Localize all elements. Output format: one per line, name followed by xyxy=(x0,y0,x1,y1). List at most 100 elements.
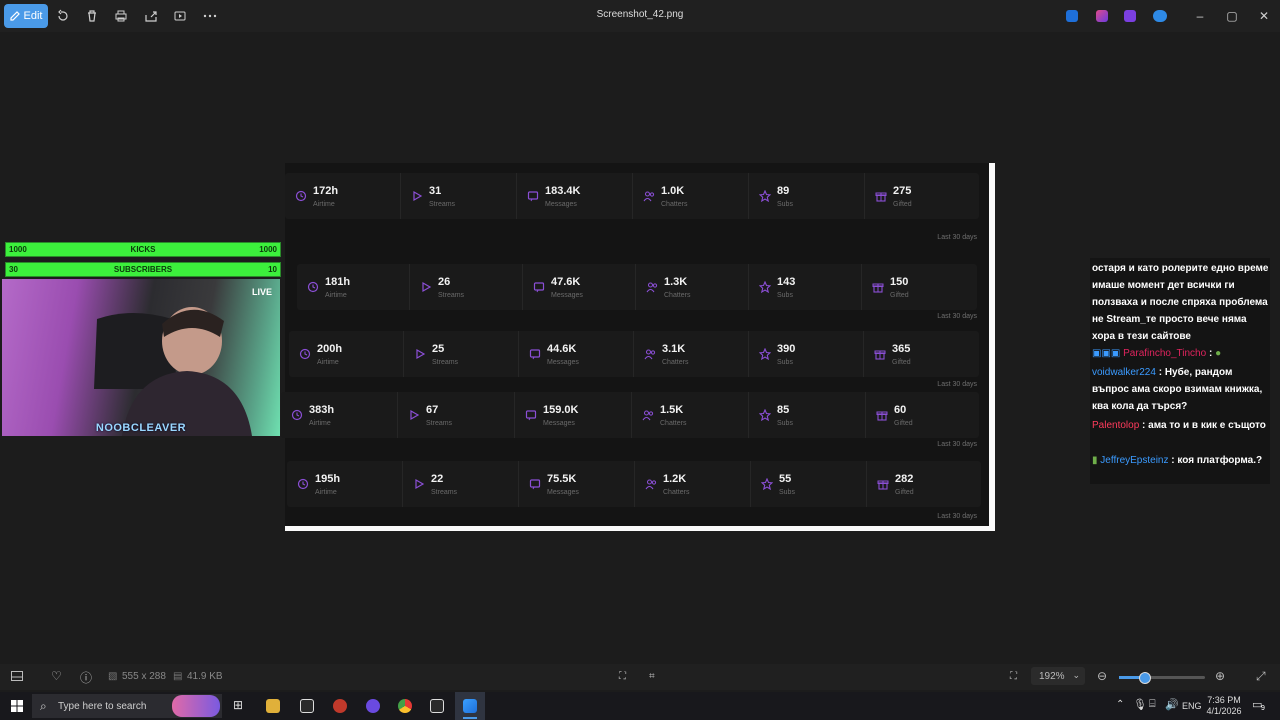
kicks-label: KICKS xyxy=(130,245,156,254)
stats-row: 200h Airtime 25 Streams 44.6K Messages 3.1K Cha… xyxy=(289,331,979,377)
stat-value: 183.4K xyxy=(545,185,581,197)
stat-value: 150 xyxy=(890,276,909,288)
zoom-level: 192% xyxy=(1039,671,1065,682)
microphone-icon[interactable]: 🎙 xyxy=(1133,698,1147,711)
stat-value: 31 xyxy=(429,185,442,197)
stat-streams: 26 Streams xyxy=(410,264,523,310)
chat-text: : коя платформа.? xyxy=(1171,455,1263,466)
stat-label: Streams xyxy=(426,420,453,427)
stat-label: Streams xyxy=(429,201,456,208)
file-explorer-icon[interactable] xyxy=(266,699,280,713)
stat-label: Subs xyxy=(777,201,793,208)
stat-messages: 159.0K Messages xyxy=(515,392,632,438)
zoom-dropdown[interactable]: 192% ⌄ xyxy=(1031,667,1085,685)
stats-row: 172h Airtime 31 Streams 183.4K Messages 1.0K Ch… xyxy=(285,173,979,219)
task-view-icon[interactable]: ⊞ xyxy=(233,698,243,712)
share-button[interactable] xyxy=(138,4,164,28)
edit-button[interactable]: Edit xyxy=(4,4,48,28)
stat-label: Messages xyxy=(543,420,575,427)
slideshow-button[interactable] xyxy=(167,4,193,28)
chat-username[interactable]: JeffreyEpsteinz xyxy=(1100,455,1168,466)
maximize-button[interactable]: ▢ xyxy=(1224,8,1240,24)
chat-message: ▣▣▣ Parafincho_Tincho : ● xyxy=(1092,345,1270,362)
zoom-in-icon[interactable]: ⊕ xyxy=(1215,669,1225,683)
stat-value: 85 xyxy=(777,404,790,416)
print-button[interactable] xyxy=(108,4,134,28)
scan-icon[interactable]: ⌗ xyxy=(649,671,655,682)
windows-start-icon[interactable] xyxy=(11,700,23,715)
zoom-slider[interactable] xyxy=(1119,672,1205,684)
discord-icon[interactable] xyxy=(366,699,380,713)
last-30-days-label: Last 30 days xyxy=(937,441,977,448)
more-options-button[interactable] xyxy=(197,4,223,28)
info-icon[interactable]: ⓘ xyxy=(80,669,92,686)
chevron-down-icon: ⌄ xyxy=(1072,670,1080,680)
stat-label: Chatters xyxy=(663,489,690,496)
chat-username[interactable]: voidwalker224 xyxy=(1092,367,1156,378)
stats-row: 195h Airtime 22 Streams 75.5K Messages 1.2K Cha… xyxy=(287,461,981,507)
clock[interactable]: 7:36 PM 4/1/2026 xyxy=(1204,695,1244,717)
volume-icon[interactable]: 🔊 xyxy=(1165,698,1179,711)
stat-value: 200h xyxy=(317,343,343,355)
play-icon xyxy=(415,478,425,490)
stat-value: 195h xyxy=(315,473,341,485)
chat-username[interactable]: Parafincho_Tincho xyxy=(1123,348,1206,359)
stat-label: Chatters xyxy=(660,420,687,427)
designer-icon[interactable] xyxy=(1124,10,1136,22)
stat-value: 75.5K xyxy=(547,473,577,485)
language-indicator[interactable]: ENG xyxy=(1182,701,1202,711)
crop-icon[interactable]: ⛶ xyxy=(619,671,626,682)
onedrive-icon[interactable] xyxy=(1153,10,1167,22)
stat-airtime: 181h Airtime xyxy=(297,264,410,310)
stat-chatters: 1.3K Chatters xyxy=(636,264,749,310)
file-size: 41.9 KB xyxy=(187,671,223,682)
network-icon[interactable]: ⌸ xyxy=(1149,698,1156,711)
stat-value: 44.6K xyxy=(547,343,577,355)
kick-app-icon[interactable] xyxy=(300,699,314,713)
stat-value: 275 xyxy=(893,185,912,197)
clipchamp-icon[interactable] xyxy=(1096,10,1108,22)
minimize-button[interactable]: – xyxy=(1192,8,1208,24)
tray-chevron-icon[interactable]: ⌃ xyxy=(1116,699,1124,710)
chat-badges-icon: ▣▣▣ xyxy=(1092,348,1121,359)
delete-button[interactable] xyxy=(79,4,105,28)
obs-icon[interactable] xyxy=(333,699,347,713)
last-30-days-label: Last 30 days xyxy=(937,381,977,388)
windows-taskbar: ⌕ Type here to search ⊞ ⌃ 🎙 ⌸ 🔊 ENG 7:36… xyxy=(0,692,1280,720)
chrome-icon[interactable] xyxy=(398,699,412,713)
clock-date: 4/1/2026 xyxy=(1206,706,1242,716)
stat-label: Chatters xyxy=(662,359,689,366)
last-30-days-label: Last 30 days xyxy=(937,513,977,520)
favorite-icon[interactable]: ♡ xyxy=(51,669,62,683)
stat-airtime: 383h Airtime xyxy=(281,392,398,438)
message-icon xyxy=(529,479,541,490)
gift-icon xyxy=(877,480,889,490)
clock-time: 7:36 PM xyxy=(1207,695,1241,705)
stat-value: 159.0K xyxy=(543,404,579,416)
kick-browser-icon[interactable] xyxy=(430,699,444,713)
stat-label: Airtime xyxy=(325,292,347,299)
clock-icon xyxy=(295,190,307,202)
stat-value: 1.2K xyxy=(663,473,687,485)
filmstrip-icon[interactable] xyxy=(11,671,23,684)
taskbar-search-box[interactable]: ⌕ Type here to search xyxy=(32,694,222,718)
slideshow-icon xyxy=(174,11,186,21)
fit-to-window-icon[interactable]: ⛶ xyxy=(1010,671,1017,682)
stat-chatters: 1.5K Chatters xyxy=(632,392,749,438)
stat-streams: 31 Streams xyxy=(401,173,517,219)
subscribers-right-value: 10 xyxy=(268,265,277,274)
zoom-out-icon[interactable]: ⊖ xyxy=(1097,669,1107,683)
close-button[interactable]: ✕ xyxy=(1256,8,1272,24)
stat-value: 26 xyxy=(438,276,451,288)
edit-icon xyxy=(9,11,20,21)
paint-icon[interactable] xyxy=(1066,10,1078,22)
kicks-goal-bar: 1000 KICKS 1000 xyxy=(5,242,281,257)
fullscreen-icon[interactable]: ⤢ xyxy=(1256,669,1266,684)
photos-taskbar-button[interactable] xyxy=(455,692,485,720)
stat-airtime: 172h Airtime xyxy=(285,173,401,219)
stat-value: 282 xyxy=(895,473,914,485)
zoom-slider-thumb[interactable] xyxy=(1139,672,1151,684)
chat-username[interactable]: Palentolop xyxy=(1092,420,1139,431)
rotate-button[interactable] xyxy=(50,4,76,28)
star-icon xyxy=(759,190,771,202)
